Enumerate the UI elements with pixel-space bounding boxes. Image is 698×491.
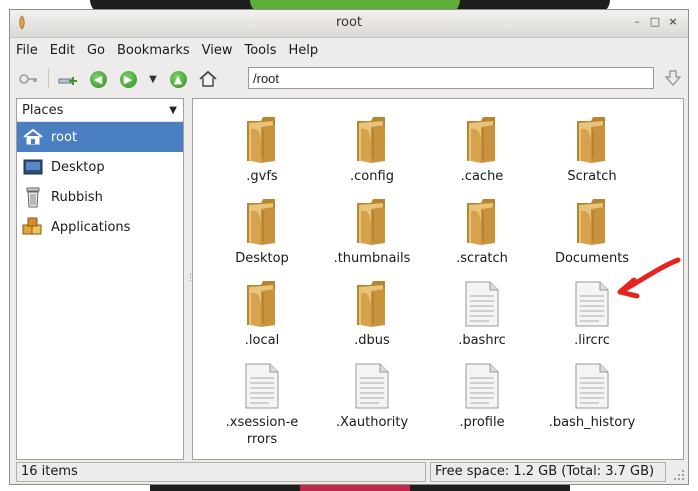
annotation-arrow-icon bbox=[617, 257, 681, 299]
file-name: .dbus bbox=[354, 333, 390, 348]
folder-icon bbox=[239, 115, 285, 165]
text-file-icon bbox=[239, 361, 285, 411]
menu-bookmarks[interactable]: Bookmarks bbox=[117, 43, 190, 58]
file-item[interactable]: .local bbox=[207, 279, 317, 349]
file-item[interactable]: .cache bbox=[427, 115, 537, 185]
menu-bar: File Edit Go Bookmarks View Tools Help bbox=[10, 38, 688, 62]
status-bar: 16 items Free space: 1.2 GB (Total: 3.7 … bbox=[10, 460, 688, 484]
text-file-icon bbox=[459, 361, 505, 411]
applications-icon bbox=[22, 216, 44, 238]
trash-icon bbox=[22, 186, 44, 208]
sidebar-item-root[interactable]: root bbox=[17, 122, 183, 152]
text-file-icon bbox=[349, 361, 395, 411]
file-name: .bashrc bbox=[458, 333, 506, 348]
menu-help[interactable]: Help bbox=[289, 43, 319, 58]
file-item[interactable]: Scratch bbox=[537, 115, 647, 185]
sidebar-item-desktop[interactable]: Desktop bbox=[17, 152, 183, 182]
sidebar-item-label: Desktop bbox=[51, 159, 105, 175]
folder-icon bbox=[349, 115, 395, 165]
file-name: .lircrc bbox=[574, 333, 610, 348]
file-item[interactable]: .bashrc bbox=[427, 279, 537, 349]
folder-icon bbox=[459, 197, 505, 247]
file-item[interactable]: .scratch bbox=[427, 197, 537, 267]
menu-file[interactable]: File bbox=[16, 43, 38, 58]
close-icon[interactable]: × bbox=[666, 15, 680, 28]
menu-go[interactable]: Go bbox=[87, 43, 105, 58]
free-space: Free space: 1.2 GB (Total: 3.7 GB) bbox=[430, 462, 666, 482]
folder-icon bbox=[349, 279, 395, 329]
text-file-icon bbox=[459, 279, 505, 329]
folder-icon bbox=[459, 115, 505, 165]
folder-icon bbox=[569, 115, 615, 165]
file-name: .local bbox=[244, 333, 280, 348]
file-name: Scratch bbox=[567, 169, 617, 184]
places-sidebar: Places ▼ root Desktop Rubbish Applicatio… bbox=[16, 98, 184, 460]
menu-view[interactable]: View bbox=[202, 43, 233, 58]
toolbar: ◀ ▶ ▼ ▲ bbox=[10, 64, 688, 94]
file-item[interactable]: .Xauthority bbox=[317, 361, 427, 431]
go-icon[interactable] bbox=[664, 68, 682, 88]
folder-icon bbox=[569, 197, 615, 247]
menu-edit[interactable]: Edit bbox=[50, 43, 75, 58]
file-item[interactable]: .bash_history bbox=[537, 361, 647, 431]
toolbar-separator bbox=[48, 69, 49, 89]
sidebar-item-label: Rubbish bbox=[51, 189, 103, 205]
sidebar-item-applications[interactable]: Applications bbox=[17, 212, 183, 242]
file-name: Desktop bbox=[235, 251, 289, 266]
item-count: 16 items bbox=[16, 462, 426, 482]
history-dropdown-icon[interactable]: ▼ bbox=[147, 68, 159, 90]
file-item[interactable]: .dbus bbox=[317, 279, 427, 349]
new-tab-icon[interactable] bbox=[57, 68, 79, 90]
back-icon[interactable]: ◀ bbox=[87, 68, 109, 90]
file-name: .cache bbox=[460, 169, 504, 184]
places-dropdown[interactable]: Places ▼ bbox=[17, 99, 183, 122]
menu-tools[interactable]: Tools bbox=[244, 43, 276, 58]
location-bar[interactable] bbox=[248, 67, 654, 89]
up-icon[interactable]: ▲ bbox=[167, 68, 189, 90]
maximize-icon[interactable]: □ bbox=[648, 15, 662, 28]
folder-icon bbox=[239, 279, 285, 329]
file-name: .profile bbox=[459, 415, 505, 430]
file-name: .bash_history bbox=[548, 415, 636, 430]
file-item[interactable]: .config bbox=[317, 115, 427, 185]
file-name: .thumbnails bbox=[333, 251, 411, 266]
home-icon bbox=[22, 126, 44, 148]
home-icon[interactable] bbox=[197, 68, 219, 90]
chevron-down-icon: ▼ bbox=[169, 104, 177, 116]
file-name: .gvfs bbox=[246, 169, 278, 184]
file-item[interactable]: .gvfs bbox=[207, 115, 317, 185]
file-name: .xsession-errors bbox=[225, 415, 299, 447]
file-item[interactable]: Desktop bbox=[207, 197, 317, 267]
file-manager-window: root – □ × File Edit Go Bookmarks View T… bbox=[9, 9, 689, 485]
resize-grip-icon[interactable] bbox=[673, 469, 685, 481]
places-header-label: Places bbox=[22, 102, 64, 118]
desktop-icon bbox=[22, 156, 44, 178]
file-name: .Xauthority bbox=[335, 415, 409, 430]
folder-icon bbox=[349, 197, 395, 247]
folder-icon bbox=[239, 197, 285, 247]
sidebar-item-rubbish[interactable]: Rubbish bbox=[17, 182, 183, 212]
text-file-icon bbox=[569, 361, 615, 411]
sidebar-item-label: root bbox=[51, 129, 78, 145]
file-item[interactable]: .profile bbox=[427, 361, 537, 431]
window-title: root bbox=[335, 15, 363, 30]
file-name: .config bbox=[350, 169, 394, 184]
file-item[interactable]: .xsession-errors bbox=[207, 361, 317, 448]
title-bar[interactable]: root – □ × bbox=[10, 10, 688, 38]
file-name: .scratch bbox=[456, 251, 508, 266]
forward-icon[interactable]: ▶ bbox=[117, 68, 139, 90]
minimize-icon[interactable]: – bbox=[630, 15, 644, 28]
key-icon[interactable] bbox=[18, 68, 40, 90]
file-item[interactable]: .thumbnails bbox=[317, 197, 427, 267]
sidebar-item-label: Applications bbox=[51, 219, 131, 235]
